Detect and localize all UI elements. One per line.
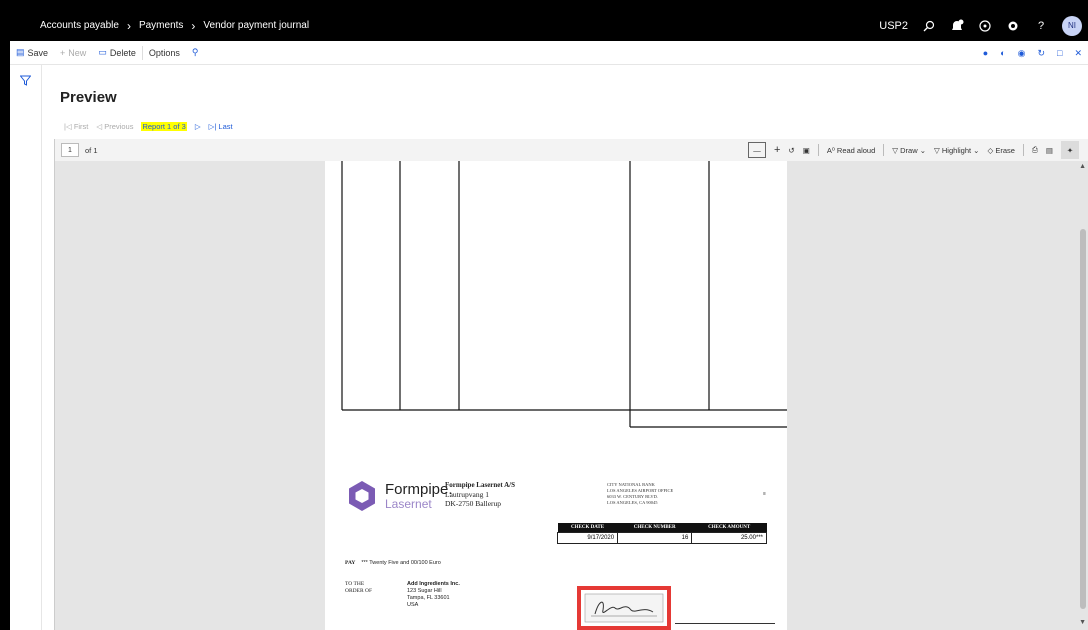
zoom-out-button[interactable]: — (747, 142, 766, 158)
notifications-icon[interactable] (950, 19, 964, 33)
save-label: Save (27, 47, 49, 58)
options-label: Options (148, 47, 180, 58)
new-button[interactable]: + New (54, 48, 92, 58)
refresh-icon[interactable]: ↻ (1037, 48, 1045, 59)
print-icon[interactable]: ⎙ (1032, 145, 1038, 155)
left-rail (10, 65, 42, 630)
pdf-toolbar: 1 of 1 — + ↺ ▣ A⁰ Read aloud ▽ Draw ⌄ ▽ … (55, 139, 1088, 161)
logo-text: Formpipe. (385, 481, 453, 498)
next-report-button[interactable]: ▷ (195, 122, 201, 131)
divider (1022, 144, 1024, 156)
feedback-smiley-icon[interactable] (978, 19, 992, 33)
check-date-header: CHECK DATE (557, 523, 618, 533)
erase-button[interactable]: ◇ Erase (987, 146, 1014, 155)
filter-icon[interactable] (19, 73, 32, 91)
bank-line: LOS ANGELES, CA 90045 (607, 500, 658, 506)
fit-page-icon[interactable]: ▣ (803, 146, 810, 155)
payee-address-line: 123 Sugar Hill (407, 587, 442, 594)
company-address-line: Lautrupvang 1 (445, 489, 489, 499)
office-icon[interactable]: ◐ (1000, 48, 1005, 58)
main-content: Preview |◁ First ◁ Previous Report 1 of … (42, 65, 1088, 630)
divider (883, 144, 885, 156)
open-new-window-icon[interactable]: □ (1057, 48, 1062, 58)
rotate-icon[interactable]: ↺ (788, 146, 794, 155)
breadcrumb-item-payments[interactable]: Payments (139, 20, 183, 31)
document-page: Formpipe. Lasernet Formpipe Lasernet A/S… (325, 161, 787, 630)
options-button[interactable]: Options (143, 48, 186, 58)
pdf-viewer: 1 of 1 — + ↺ ▣ A⁰ Read aloud ▽ Draw ⌄ ▽ … (54, 139, 1088, 630)
check-number-header: CHECK NUMBER (617, 523, 692, 533)
top-nav-bar: Accounts payable › Payments › Vendor pay… (10, 10, 1088, 41)
trash-icon: ▭ (98, 47, 107, 57)
signature-image (584, 593, 664, 623)
new-label: New (68, 47, 87, 58)
page-count: of 1 (85, 145, 98, 155)
pin-icon[interactable]: ✦ (1061, 141, 1079, 159)
pay-line: PAY *** Twenty Five and 00/100 Euro (345, 560, 441, 566)
divider (817, 144, 819, 156)
pay-amount-text: *** Twenty Five and 00/100 Euro (361, 560, 441, 566)
report-indicator: Report 1 of 3 (141, 122, 187, 131)
delete-button[interactable]: ▭ Delete (92, 47, 142, 58)
order-of-label: TO THE ORDER OF (345, 581, 372, 594)
check-number-value: 16 (617, 532, 693, 544)
link-icon[interactable]: ● (983, 48, 988, 58)
company-picker[interactable]: USP2 (879, 20, 908, 32)
save-pdf-icon[interactable]: ▤ (1046, 146, 1053, 155)
draw-button[interactable]: ▽ Draw ⌄ (892, 146, 926, 155)
first-report-button[interactable]: |◁ First (64, 122, 88, 131)
action-pane: ▤ Save + New ▭ Delete Options ⚲ ● ◐ ◉ ↻ … (10, 41, 1088, 65)
payee-name: Add Ingredients Inc. (407, 581, 460, 587)
settings-gear-icon[interactable] (1006, 19, 1020, 33)
signature-line (675, 623, 775, 624)
pay-label: PAY (345, 560, 356, 566)
plus-icon: + (60, 47, 66, 58)
check-routing-number: ≡ (763, 491, 766, 497)
scroll-up-arrow-icon[interactable]: ▲ (1079, 163, 1086, 170)
read-aloud-button[interactable]: A⁰ Read aloud (827, 146, 875, 155)
previous-report-button[interactable]: ◁ Previous (96, 122, 133, 131)
avatar[interactable]: NI (1062, 15, 1082, 36)
company-logo: Formpipe. Lasernet (345, 479, 453, 513)
help-icon[interactable]: ? (1034, 19, 1048, 33)
payee-address: Add Ingredients Inc. 123 Sugar Hill Tamp… (407, 581, 460, 609)
check-amount-value: 25.00*** (691, 532, 767, 544)
payee-address-line: USA (407, 601, 419, 608)
zoom-in-button[interactable]: + (774, 144, 780, 156)
document-table-lines (341, 161, 787, 428)
notification-badge-icon[interactable]: ◉ (1018, 48, 1026, 59)
breadcrumb: Accounts payable › Payments › Vendor pay… (10, 19, 309, 33)
save-button[interactable]: ▤ Save (10, 47, 54, 58)
page-title: Preview (60, 89, 117, 106)
logo-subtext: Lasernet (385, 497, 432, 511)
payee-address-line: Tampa, FL 33601 (407, 594, 450, 601)
company-name: Formpipe Lasernet A/S (445, 481, 515, 489)
close-icon[interactable]: ✕ (1074, 48, 1082, 59)
scrollbar[interactable] (1080, 229, 1086, 609)
bank-details: CITY NATIONAL BANK LOS ANGELES AIRPORT O… (607, 482, 673, 506)
company-address-line: DK-2750 Ballerup (445, 499, 502, 509)
breadcrumb-item-vendor-payment-journal[interactable]: Vendor payment journal (203, 20, 309, 31)
check-date-value: 9/17/2020 (556, 532, 619, 544)
search-icon[interactable] (922, 19, 936, 33)
search-icon: ⚲ (191, 47, 199, 57)
save-icon: ▤ (16, 47, 25, 57)
breadcrumb-item-accounts-payable[interactable]: Accounts payable (40, 20, 119, 31)
signature-highlight-box (577, 586, 671, 630)
highlight-button[interactable]: ▽ Highlight ⌄ (934, 146, 979, 155)
company-address: Formpipe Lasernet A/S Lautrupvang 1 DK-2… (445, 481, 515, 509)
check-amount-header: CHECK AMOUNT (691, 523, 767, 533)
page-number-input[interactable]: 1 (61, 143, 79, 157)
order-of-text: ORDER OF (345, 587, 373, 594)
formpipe-logo-icon (349, 481, 375, 511)
scroll-down-arrow-icon[interactable]: ▼ (1079, 619, 1086, 626)
to-the-label: TO THE (345, 581, 365, 587)
chevron-right-icon: › (126, 18, 131, 33)
search-actions-button[interactable]: ⚲ (186, 47, 205, 58)
check-details-table: CHECK DATE CHECK NUMBER CHECK AMOUNT 9/1… (556, 523, 767, 544)
delete-label: Delete (109, 47, 136, 58)
last-report-button[interactable]: ▷| Last (209, 122, 233, 131)
report-navigation: |◁ First ◁ Previous Report 1 of 3 ▷ ▷| L… (64, 122, 233, 131)
chevron-right-icon: › (191, 18, 196, 33)
